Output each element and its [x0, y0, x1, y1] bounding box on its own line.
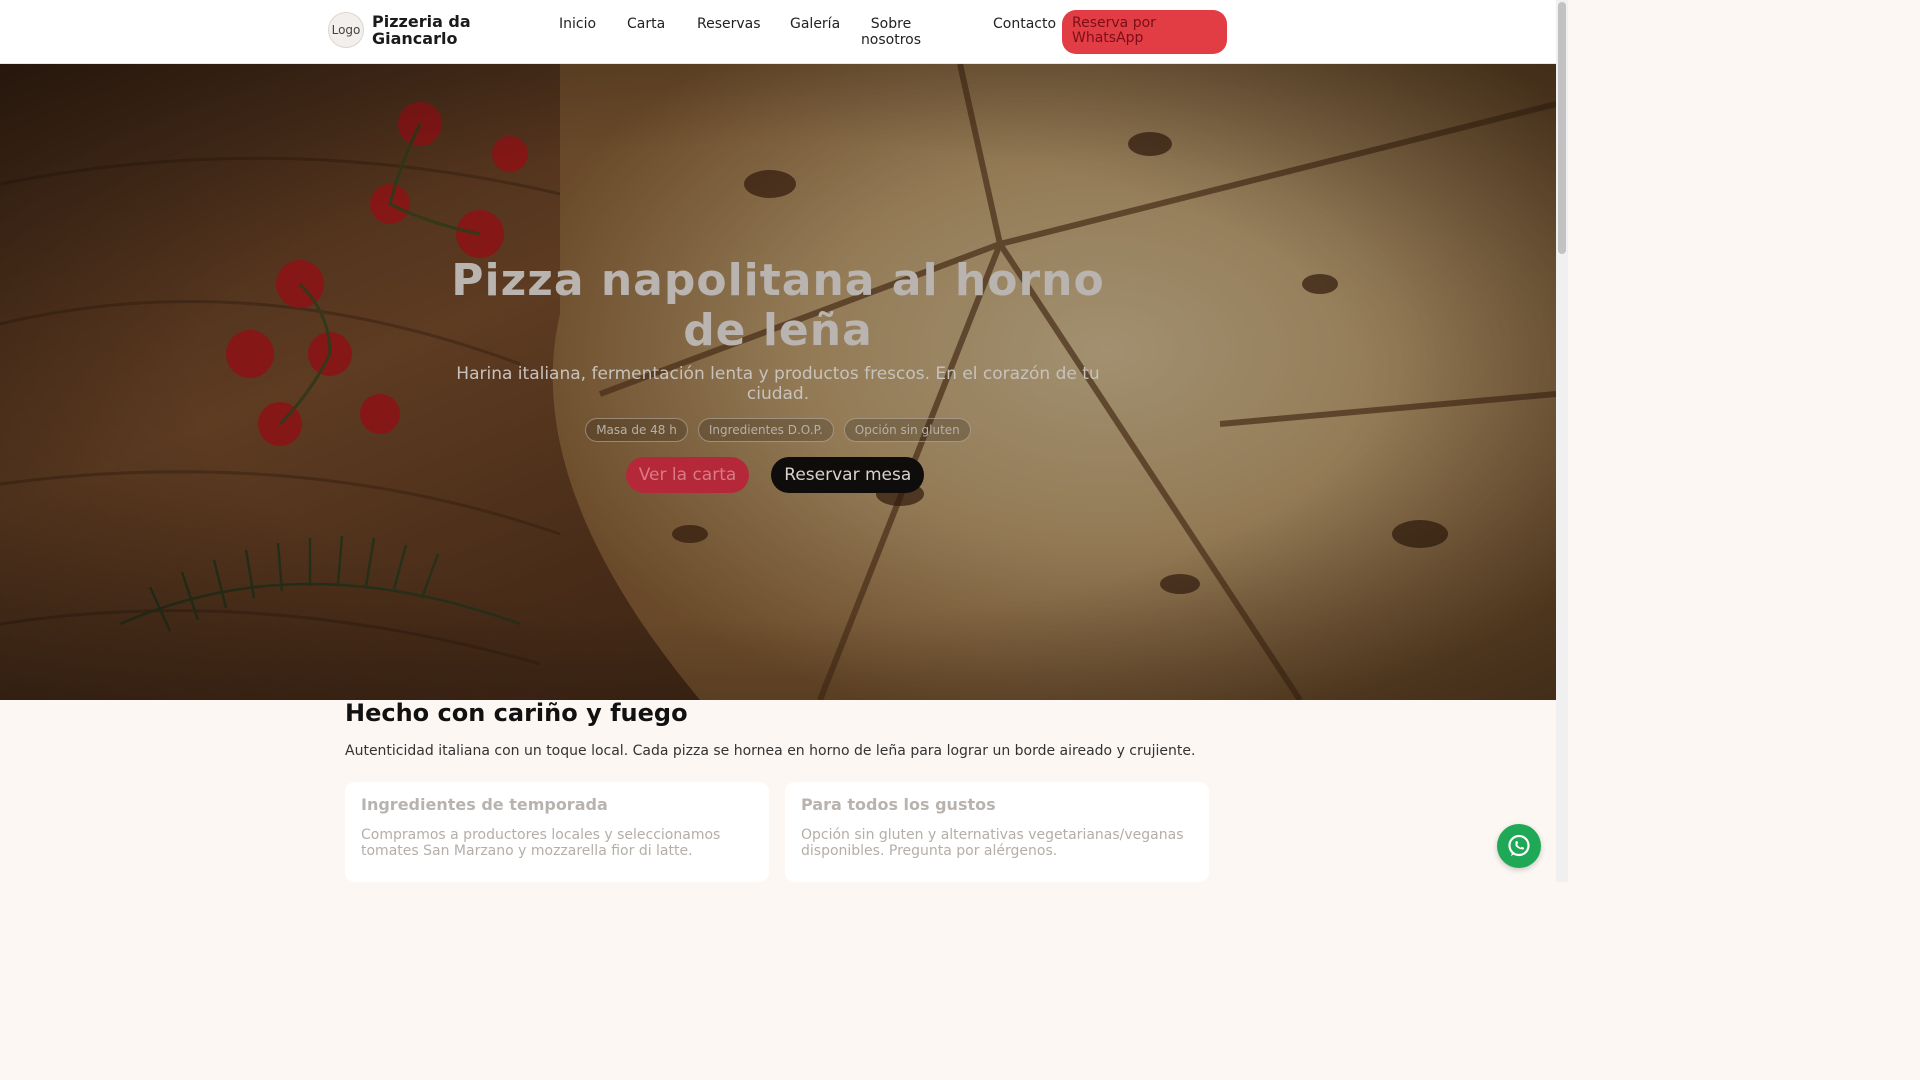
feature-card: Ingredientes de temporada Compramos a pr…: [345, 782, 769, 882]
about-subtitle: Autenticidad italiana con un toque local…: [345, 743, 1196, 759]
feature-card-title: Para todos los gustos: [801, 795, 996, 814]
nav-link-galeria[interactable]: Galería: [790, 16, 840, 32]
feature-card-text: Opción sin gluten y alternativas vegetar…: [801, 827, 1184, 859]
nav-link-contacto[interactable]: Contacto: [993, 16, 1056, 32]
nav-link-sobre-nosotros[interactable]: Sobre nosotros: [855, 16, 927, 48]
page-scrollbar[interactable]: [1556, 0, 1568, 882]
brand-name: Pizzeria da Giancarlo: [372, 12, 471, 48]
brand[interactable]: Logo Pizzeria da Giancarlo: [328, 12, 502, 48]
whatsapp-icon: [1508, 834, 1530, 857]
logo-image: Logo: [328, 12, 364, 48]
hero-section: Pizza napolitana al horno de leña Harina…: [0, 64, 1556, 700]
feature-card: Para todos los gustos Opción sin gluten …: [785, 782, 1209, 882]
hero-content: Pizza napolitana al horno de leña Harina…: [0, 64, 1556, 700]
whatsapp-reserve-button[interactable]: Reserva por WhatsApp: [1062, 10, 1227, 54]
about-title: Hecho con cariño y fuego: [345, 699, 688, 727]
nav-link-inicio[interactable]: Inicio: [559, 16, 596, 32]
navbar: Logo Pizzeria da Giancarlo Inicio Carta …: [0, 0, 1556, 64]
feature-card-text: Compramos a productores locales y selecc…: [361, 827, 721, 859]
scrollbar-thumb[interactable]: [1558, 2, 1566, 254]
badge-sin-gluten: Opción sin gluten: [843, 418, 971, 442]
hero-cta-row: Ver la carta Reservar mesa: [0, 457, 1556, 493]
hero-badges: Masa de 48 h Ingredientes D.O.P. Opción …: [0, 418, 1556, 442]
hero-title: Pizza napolitana al horno de leña: [451, 255, 1105, 356]
reservar-mesa-button[interactable]: Reservar mesa: [771, 457, 925, 493]
badge-masa: Masa de 48 h: [585, 418, 688, 442]
nav-link-reservas[interactable]: Reservas: [697, 16, 761, 32]
badge-ingredientes: Ingredientes D.O.P.: [697, 418, 834, 442]
hero-subtitle: Harina italiana, fermentación lenta y pr…: [456, 364, 1100, 404]
ver-carta-button[interactable]: Ver la carta: [625, 457, 750, 493]
nav-link-carta[interactable]: Carta: [627, 16, 665, 32]
whatsapp-floating-button[interactable]: [1497, 824, 1541, 868]
feature-card-title: Ingredientes de temporada: [361, 795, 608, 814]
